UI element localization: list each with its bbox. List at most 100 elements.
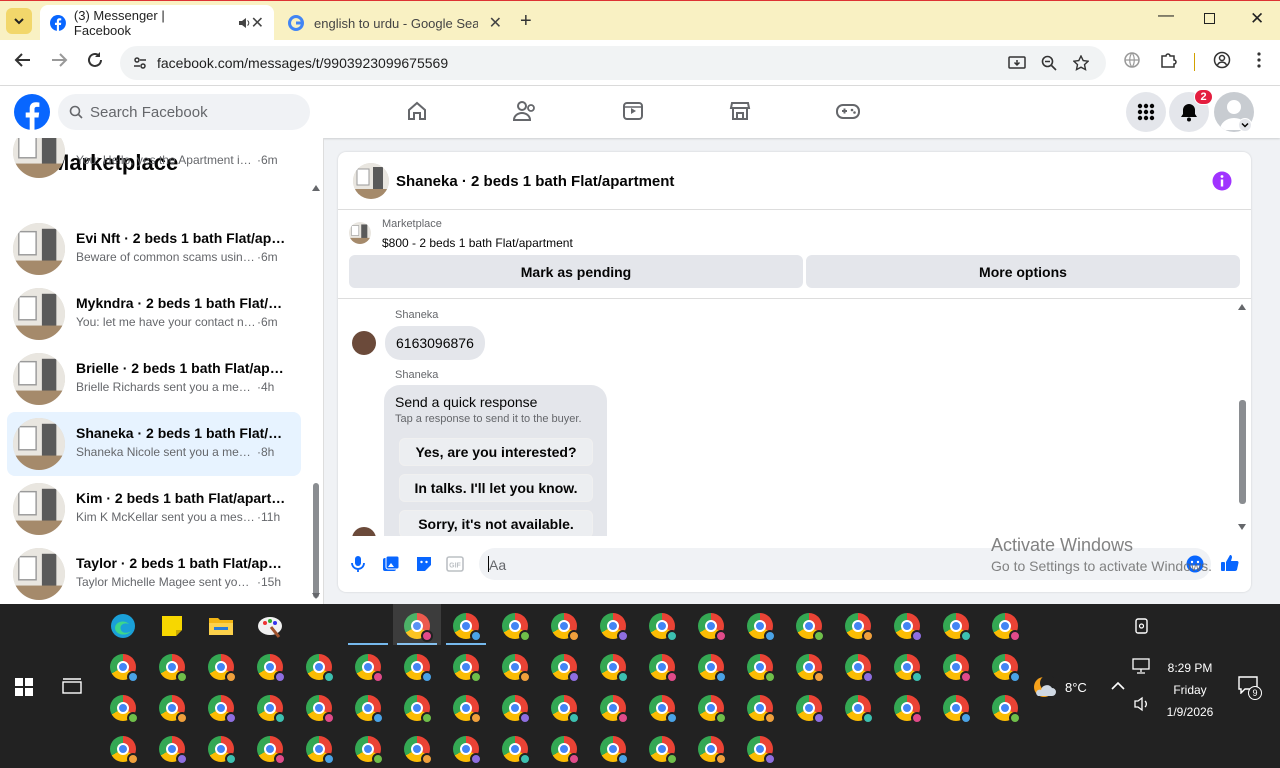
info-icon[interactable] xyxy=(1212,171,1232,191)
conversation-item[interactable]: You: Hello, yes the Apartment is sti... ·… xyxy=(7,138,301,184)
chrome-profile-icon[interactable] xyxy=(894,695,923,724)
windows-start-icon[interactable] xyxy=(15,678,33,696)
facebook-search-input[interactable]: Search Facebook xyxy=(58,94,310,130)
conversation-scrollbar[interactable] xyxy=(313,483,319,598)
chrome-profile-icon[interactable] xyxy=(600,695,629,724)
listing-thumbnail[interactable] xyxy=(349,222,371,244)
chrome-profile-icon[interactable] xyxy=(698,654,727,683)
chrome-profile-icon[interactable] xyxy=(992,613,1021,642)
microphone-icon[interactable] xyxy=(350,555,366,573)
chrome-profile-icon[interactable] xyxy=(845,613,874,642)
chrome-profile-icon[interactable] xyxy=(747,613,776,642)
paint-app-icon[interactable] xyxy=(257,613,283,639)
chrome-profile-icon[interactable] xyxy=(747,736,776,765)
chrome-profile-icon[interactable] xyxy=(943,695,972,724)
kebab-menu-icon[interactable] xyxy=(1250,51,1268,69)
chrome-profile-icon[interactable] xyxy=(159,736,188,765)
speaker-icon[interactable] xyxy=(237,16,251,30)
chrome-profile-icon[interactable] xyxy=(992,654,1021,683)
thumbs-up-icon[interactable] xyxy=(1220,553,1240,573)
chrome-profile-icon[interactable] xyxy=(159,695,188,724)
network-icon[interactable] xyxy=(1132,658,1150,674)
chrome-profile-icon[interactable] xyxy=(502,613,531,642)
chrome-profile-icon[interactable] xyxy=(453,695,482,724)
chrome-profile-icon[interactable] xyxy=(110,736,139,765)
chrome-profile-icon[interactable] xyxy=(306,695,335,724)
friends-icon[interactable] xyxy=(513,100,537,122)
chrome-profile-icon[interactable] xyxy=(649,695,678,724)
quick-reply-button[interactable]: Yes, are you interested? xyxy=(399,438,593,466)
chrome-profile-icon[interactable] xyxy=(502,736,531,765)
scroll-down-arrow[interactable] xyxy=(312,593,320,599)
chrome-profile-icon[interactable] xyxy=(257,654,286,683)
video-icon[interactable] xyxy=(622,100,644,122)
close-tab-icon[interactable]: ✕ xyxy=(489,13,502,33)
chrome-profile-icon[interactable] xyxy=(894,613,923,642)
chrome-profile-icon[interactable] xyxy=(502,695,531,724)
tab-google-search[interactable]: english to urdu - Google Search ✕ xyxy=(278,5,512,41)
chrome-profile-icon[interactable] xyxy=(649,654,678,683)
home-icon[interactable] xyxy=(406,100,428,122)
menu-grid-button[interactable] xyxy=(1126,92,1166,132)
sticky-notes-icon[interactable] xyxy=(160,614,184,638)
chrome-profile-icon[interactable] xyxy=(159,654,188,683)
conversation-item[interactable]: Kim · 2 beds 1 bath Flat/apartm... Kim K … xyxy=(7,477,301,541)
chrome-profile-icon[interactable] xyxy=(404,736,433,765)
chrome-profile-icon[interactable] xyxy=(404,654,433,683)
chrome-profile-icon[interactable] xyxy=(943,654,972,683)
chrome-profile-icon[interactable] xyxy=(453,613,482,642)
chrome-profile-icon[interactable] xyxy=(306,654,335,683)
new-tab-button[interactable]: + xyxy=(520,10,532,33)
chrome-profile-icon[interactable] xyxy=(600,654,629,683)
chrome-profile-icon[interactable] xyxy=(943,613,972,642)
marketplace-icon[interactable] xyxy=(729,100,751,122)
close-tab-icon[interactable]: ✕ xyxy=(251,13,264,33)
restore-button[interactable] xyxy=(1204,13,1215,24)
chrome-profile-icon[interactable] xyxy=(355,736,384,765)
chrome-profile-icon[interactable] xyxy=(894,654,923,683)
chrome-profile-icon[interactable] xyxy=(257,736,286,765)
weather-temperature[interactable]: 8°C xyxy=(1065,680,1087,695)
chrome-profile-icon[interactable] xyxy=(208,736,237,765)
chrome-profile-icon[interactable] xyxy=(110,695,139,724)
chrome-profile-icon[interactable] xyxy=(404,695,433,724)
chrome-profile-icon[interactable] xyxy=(110,654,139,683)
meet-now-icon[interactable] xyxy=(1134,617,1150,635)
chrome-profile-icon[interactable] xyxy=(453,654,482,683)
chrome-profile-icon[interactable] xyxy=(600,613,629,642)
sticker-icon[interactable] xyxy=(415,555,433,573)
chrome-profile-icon[interactable] xyxy=(355,695,384,724)
chrome-profile-icon[interactable] xyxy=(306,736,335,765)
chrome-profile-icon[interactable] xyxy=(208,654,237,683)
reload-icon[interactable] xyxy=(86,51,104,69)
gaming-icon[interactable] xyxy=(836,100,860,122)
sender-avatar[interactable] xyxy=(352,527,376,536)
bookmark-star-icon[interactable] xyxy=(1073,55,1089,71)
chrome-profile-icon[interactable] xyxy=(551,695,580,724)
chrome-profile-icon[interactable] xyxy=(551,613,580,642)
task-view-icon[interactable] xyxy=(62,678,82,696)
more-options-button[interactable]: More options xyxy=(806,255,1240,288)
volume-icon[interactable] xyxy=(1133,696,1151,712)
conversation-item[interactable]: Brielle · 2 beds 1 bath Flat/apart... Bri… xyxy=(7,347,301,411)
chrome-profile-icon[interactable] xyxy=(551,654,580,683)
close-window-button[interactable]: ✕ xyxy=(1250,9,1264,29)
account-chevron[interactable] xyxy=(1238,118,1252,132)
photo-icon[interactable] xyxy=(382,555,400,573)
chrome-profile-icon[interactable] xyxy=(355,654,384,683)
conversation-item[interactable]: Shaneka · 2 beds 1 bath Flat/apa... Shane… xyxy=(7,412,301,476)
facebook-logo-icon[interactable] xyxy=(14,94,50,130)
sender-avatar[interactable] xyxy=(352,331,376,355)
chat-scrollbar[interactable] xyxy=(1239,400,1246,504)
conversation-item[interactable]: Evi Nft · 2 beds 1 bath Flat/apart... Bew… xyxy=(7,217,301,281)
chrome-profile-icon[interactable] xyxy=(992,695,1021,724)
chrome-profile-icon[interactable] xyxy=(453,736,482,765)
chrome-profile-icon[interactable] xyxy=(600,736,629,765)
tab-search-button[interactable] xyxy=(6,8,32,34)
chrome-profile-icon[interactable] xyxy=(502,654,531,683)
chrome-profile-icon[interactable] xyxy=(845,654,874,683)
profile-icon[interactable] xyxy=(1213,51,1231,69)
minimize-button[interactable]: — xyxy=(1158,7,1174,25)
conversation-item[interactable]: Taylor · 2 beds 1 bath Flat/apart... Tayl… xyxy=(7,542,301,604)
forward-arrow-icon[interactable] xyxy=(50,51,68,69)
